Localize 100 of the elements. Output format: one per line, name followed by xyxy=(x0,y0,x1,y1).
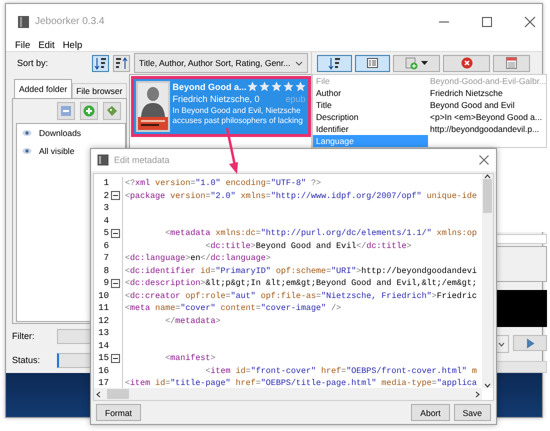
menu-item[interactable]: File xyxy=(14,40,32,50)
scroll-right-icon[interactable] xyxy=(475,390,480,398)
add-icon xyxy=(405,56,418,70)
fold-icon[interactable] xyxy=(111,278,120,288)
dialog-title: Edit metadata xyxy=(114,155,171,165)
code-line: <item id="title-page" href="OEBPS/title-page.html" media-type="applica xyxy=(125,378,477,388)
code-line: <item id="front-cover" href="OEBPS/front-cover.html" m xyxy=(204,366,477,376)
sort-icon xyxy=(328,56,341,70)
line-number: 9 xyxy=(102,278,109,288)
app-icon xyxy=(17,14,30,28)
code-line: <dc:title>Beyond Good and Evil</dc:title> xyxy=(204,240,412,251)
property-name[interactable]: Description xyxy=(313,111,428,123)
add-button[interactable] xyxy=(80,102,98,120)
line-number: 11 xyxy=(97,303,109,314)
close-icon[interactable] xyxy=(524,16,536,28)
save-icon xyxy=(506,57,517,69)
property-name[interactable]: Identifier xyxy=(313,123,428,135)
delete-icon xyxy=(460,57,472,69)
list-view-button[interactable] xyxy=(355,54,390,72)
line-number: 17 xyxy=(97,378,109,388)
code-editor[interactable] xyxy=(93,173,494,401)
window-title: Jeboorker 0.3.4 xyxy=(35,16,106,27)
code-line: <metadata xmlns:dc="http://purl.org/dc/elements/1.1/" xmlns:op xyxy=(164,228,477,238)
property-value: Beyond Good and Evil xyxy=(429,99,516,111)
star-icon xyxy=(282,81,294,92)
scroll-left-icon[interactable] xyxy=(96,390,101,398)
star-icon xyxy=(270,81,282,92)
star-icon xyxy=(246,81,258,92)
scroll-down-icon[interactable] xyxy=(484,383,491,388)
tab[interactable]: File browser xyxy=(72,83,126,98)
maximize-icon[interactable] xyxy=(481,16,493,28)
delete-button[interactable] xyxy=(443,54,490,72)
book-title: Beyond Good a... xyxy=(172,82,247,92)
close-icon[interactable] xyxy=(478,154,490,166)
vertical-scrollbar[interactable] xyxy=(482,174,493,388)
scroll-thumb[interactable] xyxy=(483,179,492,213)
chevron-icon xyxy=(498,342,506,346)
sort-button[interactable] xyxy=(317,54,352,72)
menu-item[interactable]: Help xyxy=(62,40,84,50)
property-value: Beyond-Good-and-Evil-Galbr... xyxy=(429,75,546,87)
horizontal-scrollbar[interactable] xyxy=(94,388,482,400)
chevron-icon xyxy=(295,60,303,66)
book-description: In Beyond Good and Evil, Nietzsche accuses past philosophers of lacking xyxy=(172,106,304,126)
code-line: <dc:creator opf:role="aut" opf:file-as="Nietzsche, Friedrich">Friedric xyxy=(125,290,477,301)
app-icon xyxy=(97,154,109,166)
star-icon xyxy=(294,81,306,92)
dialog-button[interactable]: Abort xyxy=(411,404,450,421)
code-line: </metadata> xyxy=(164,316,221,326)
play-icon xyxy=(526,338,535,348)
fold-icon[interactable] xyxy=(111,354,120,363)
scroll-up-icon[interactable] xyxy=(484,174,491,179)
code-line: <dc:identifier id="PrimaryID" opf:scheme="URI">http://beyondgoodandevi xyxy=(125,266,477,276)
line-number: 10 xyxy=(97,290,109,301)
code-line: <dc:description>&lt;p&gt;In &lt;em&gt;Beyond Good and Evil,&lt;/em&gt; xyxy=(125,278,477,288)
eye-icon xyxy=(22,129,32,137)
line-number: 8 xyxy=(102,266,109,276)
line-number: 1 xyxy=(102,178,109,188)
status-label: Status: xyxy=(12,355,42,365)
line-number: 6 xyxy=(102,240,109,251)
line-number: 3 xyxy=(102,203,109,214)
line-number: 7 xyxy=(102,253,109,264)
caret-icon xyxy=(421,61,428,65)
property-value: Friedrich Nietzsche xyxy=(429,87,504,99)
code-line: <?xml version="1.0" encoding="UTF-8" ?> xyxy=(125,178,322,188)
list-icon xyxy=(367,58,378,68)
sort-descending-button[interactable] xyxy=(113,54,130,72)
dialog-button[interactable]: Save xyxy=(454,404,491,421)
code-line: <package version="2.0" xmlns="http://www.idpf.org/2007/opf" unique-ide xyxy=(125,190,477,201)
sort-icon xyxy=(94,56,107,70)
line-number: 16 xyxy=(97,366,109,376)
fold-icon[interactable] xyxy=(111,191,120,200)
code-line: <dc:language>en</dc:language> xyxy=(125,253,271,264)
line-number: 5 xyxy=(102,228,109,238)
sort-label: Sort by: xyxy=(16,58,50,68)
line-number: 2 xyxy=(102,190,109,201)
property-name[interactable]: Author xyxy=(313,87,428,99)
menu-item[interactable]: Edit xyxy=(37,40,56,50)
tab[interactable]: Added folder xyxy=(14,79,72,98)
line-number: 14 xyxy=(97,340,109,351)
sort-field[interactable]: Title, Author, Author Sort, Rating, Genr... xyxy=(134,53,308,73)
plus-icon xyxy=(82,105,94,117)
fold-icon[interactable] xyxy=(111,228,120,238)
star-icon xyxy=(258,81,270,92)
tag-button[interactable] xyxy=(102,102,120,120)
sort-ascending-button[interactable] xyxy=(92,54,109,72)
dialog-button[interactable]: Format xyxy=(96,404,141,421)
save-button[interactable] xyxy=(493,54,530,72)
filter-label: Filter: xyxy=(12,331,36,341)
book-format: epub xyxy=(285,94,306,104)
folder-item[interactable]: Downloads xyxy=(17,124,124,142)
play-button[interactable] xyxy=(513,335,548,351)
line-number: 4 xyxy=(102,216,109,226)
book-author: Friedrich Nietzsche, 0 xyxy=(172,94,260,104)
line-number: 12 xyxy=(97,316,109,326)
code-line: <meta name="cover" content="cover-image" /> xyxy=(125,303,342,314)
property-name[interactable]: Title xyxy=(313,99,428,111)
scroll-thumb[interactable] xyxy=(107,389,129,399)
code-line: <manifest> xyxy=(164,353,216,364)
line-number: 13 xyxy=(97,328,109,338)
minus-icon xyxy=(60,105,72,117)
